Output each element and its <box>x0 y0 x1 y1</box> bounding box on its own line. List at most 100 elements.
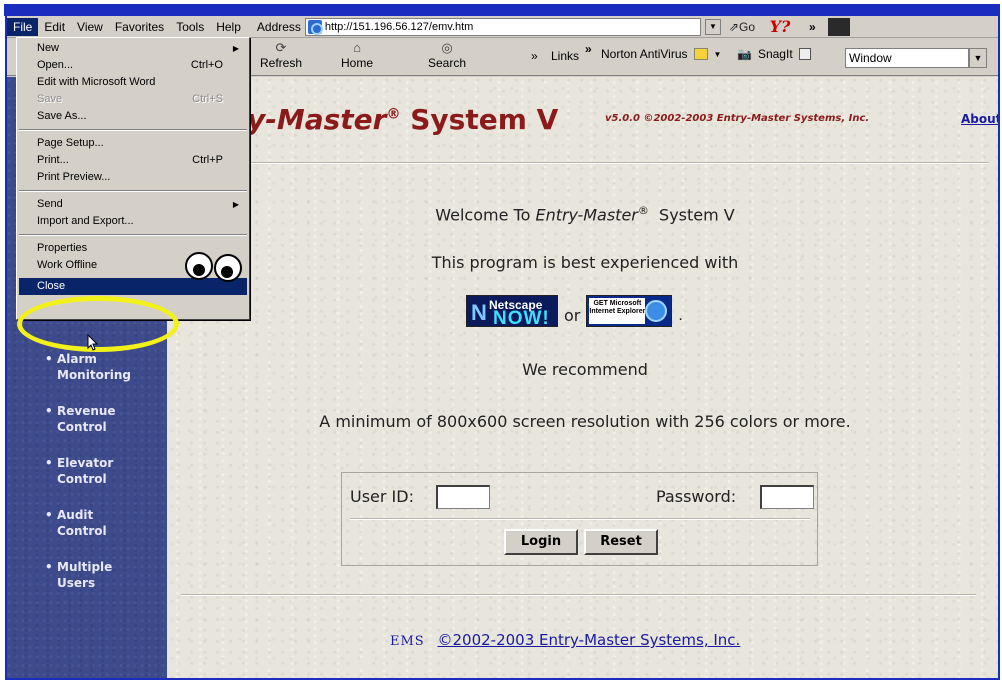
menu-item-print-preview[interactable]: Print Preview... <box>19 169 247 186</box>
chevron-more-icon[interactable]: » <box>809 20 816 34</box>
chevron-more-icon[interactable]: » <box>531 49 538 63</box>
norton-icon <box>693 48 708 60</box>
menu-tools[interactable]: Tools <box>170 18 210 36</box>
links-button[interactable]: Links <box>551 49 579 63</box>
recommend-text: We recommend <box>522 360 648 379</box>
best-experienced-text: This program is best experienced with <box>431 253 739 272</box>
snagit-label: SnagIt <box>757 47 793 61</box>
password-input[interactable] <box>760 485 814 509</box>
menu-separator <box>19 129 247 131</box>
ems-logo: EMS <box>390 634 425 649</box>
menu-item-label: Print Preview... <box>37 171 111 183</box>
snagit-button[interactable]: 📷 SnagIt <box>737 47 811 61</box>
yahoo-button[interactable]: Y? <box>765 17 795 36</box>
menu-view[interactable]: View <box>71 18 109 36</box>
bullet-icon: • <box>45 560 53 574</box>
nav-item-label: Multiple <box>57 560 113 574</box>
norton-label: Norton AntiVirus <box>601 47 688 61</box>
menu-item-open[interactable]: Open... Ctrl+O <box>19 57 247 74</box>
nav-item-label: Alarm <box>57 352 97 366</box>
nav-item-label: Elevator <box>57 456 114 470</box>
menu-item-shortcut: Ctrl+P <box>192 154 223 166</box>
user-id-label: User ID: <box>350 487 414 506</box>
menu-item-new[interactable]: New ▶ <box>19 40 247 57</box>
page-icon <box>307 19 323 35</box>
ie-logo-icon <box>645 300 668 322</box>
googly-eye-left-icon <box>185 252 213 280</box>
chevron-more-icon[interactable]: » <box>585 42 592 56</box>
welcome-post: System V <box>659 205 735 225</box>
menu-item-label: Properties <box>37 242 88 254</box>
login-button[interactable]: Login <box>504 529 578 555</box>
reset-button[interactable]: Reset <box>584 529 658 555</box>
or-text: or <box>564 306 581 325</box>
address-input[interactable]: http://151.196.56.127/emv.htm <box>304 17 701 36</box>
divider <box>181 162 989 164</box>
footer: EMS ©2002-2003 Entry-Master Systems, Inc… <box>390 631 740 649</box>
menu-item-page-setup[interactable]: Page Setup... <box>19 135 247 152</box>
divider <box>181 594 976 596</box>
footer-copyright-link[interactable]: ©2002-2003 Entry-Master Systems, Inc. <box>438 631 741 649</box>
search-icon: ◎ <box>441 40 453 55</box>
chevron-down-icon: ▼ <box>713 49 722 59</box>
menu-item-send[interactable]: Send ▶ <box>19 196 247 213</box>
address-url: http://151.196.56.127/emv.htm <box>324 20 474 33</box>
menu-item-edit-with-word[interactable]: Edit with Microsoft Word <box>19 74 247 91</box>
menu-item-properties[interactable]: Properties <box>19 240 247 257</box>
nav-item-elevator-control[interactable]: • Elevator Control <box>45 455 157 487</box>
menu-item-label: Close <box>37 280 66 292</box>
about-link[interactable]: About <box>961 112 998 126</box>
menu-item-label: New <box>37 42 60 54</box>
home-label: Home <box>340 56 373 70</box>
refresh-icon: ⟳ <box>275 40 287 55</box>
ie-badge-label: GET Microsoft Internet Explorer <box>589 298 645 324</box>
nav-item-label: Control <box>57 524 107 538</box>
menu-favorites[interactable]: Favorites <box>109 18 170 36</box>
nav-item-alarm-monitoring[interactable]: • Alarm Monitoring <box>45 351 157 383</box>
welcome-brand: Entry-Master <box>535 205 638 225</box>
menu-item-print[interactable]: Print... Ctrl+P <box>19 152 247 169</box>
welcome-text: Welcome To Entry-Master® System V <box>181 204 989 224</box>
netscape-logo-icon: N <box>471 300 487 325</box>
welcome-reg: ® <box>637 204 649 217</box>
pupil-icon <box>221 266 233 278</box>
menu-item-save-as[interactable]: Save As... <box>19 108 247 125</box>
address-dropdown-button[interactable]: ▼ <box>704 18 721 35</box>
bullet-icon: • <box>45 456 53 470</box>
user-id-input[interactable] <box>436 485 490 509</box>
menu-item-close[interactable]: Close <box>19 278 247 295</box>
menu-help[interactable]: Help <box>210 18 247 36</box>
window-dropdown-button[interactable]: ▼ <box>969 48 987 68</box>
submenu-arrow-icon: ▶ <box>232 44 239 53</box>
home-button[interactable]: ⌂ Home <box>329 41 385 73</box>
address-label: Address <box>256 19 301 34</box>
title-reg: ® <box>386 106 401 123</box>
nav-item-audit-control[interactable]: • Audit Control <box>45 507 157 539</box>
menu-edit[interactable]: Edit <box>38 18 71 36</box>
menu-item-shortcut: Ctrl+O <box>190 59 223 71</box>
menu-file[interactable]: File <box>7 17 39 36</box>
submenu-arrow-icon: ▶ <box>232 200 239 209</box>
camera-icon: 📷 <box>737 47 752 61</box>
snagit-options-icon <box>798 48 811 60</box>
form-divider <box>350 518 810 520</box>
menu-item-label: Save <box>37 93 63 105</box>
nav-item-label: Revenue <box>57 404 116 418</box>
netscape-now-badge[interactable]: N Netscape NOW! <box>466 295 558 327</box>
go-button[interactable]: ⇗Go <box>729 20 755 34</box>
googly-eye-right-icon <box>214 254 242 282</box>
norton-toolbar[interactable]: Norton AntiVirus ▼ <box>601 47 721 61</box>
nav-item-label: Control <box>57 472 107 486</box>
menu-separator <box>19 234 247 236</box>
menu-item-label: Save As... <box>37 110 87 122</box>
nav-item-revenue-control[interactable]: • Revenue Control <box>45 403 157 435</box>
menu-item-import-export[interactable]: Import and Export... <box>19 213 247 230</box>
window-select[interactable]: Window <box>845 48 969 68</box>
mouse-cursor-icon <box>87 334 99 351</box>
resolution-text: A minimum of 800x600 screen resolution w… <box>319 412 851 431</box>
nav-item-multiple-users[interactable]: • Multiple Users <box>45 559 157 591</box>
search-button[interactable]: ◎ Search <box>419 41 475 73</box>
bullet-icon: • <box>45 352 53 366</box>
get-ie-badge[interactable]: GET Microsoft Internet Explorer <box>586 295 673 327</box>
refresh-button[interactable]: ⟳ Refresh <box>253 41 309 73</box>
